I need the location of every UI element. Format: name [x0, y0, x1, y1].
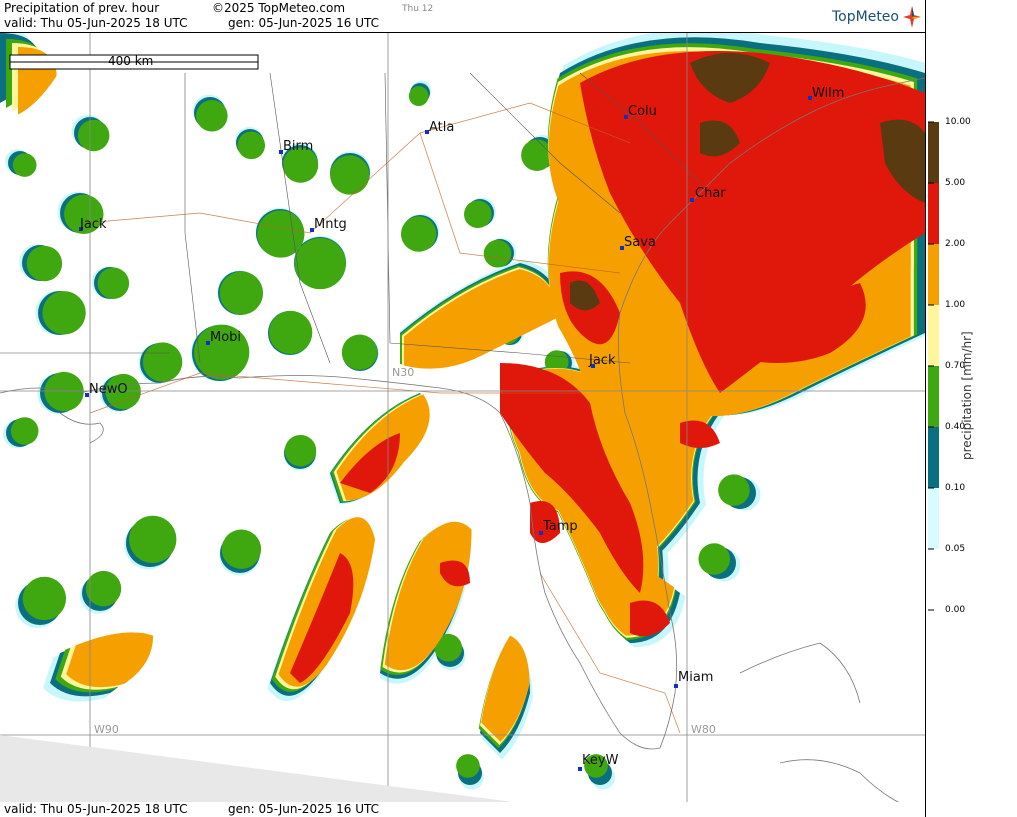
colorbar-tick-0.05: 0.05 [945, 544, 966, 554]
generated-time: gen: 05-Jun-2025 16 UTC [228, 16, 380, 30]
svg-text:Colu: Colu [628, 104, 657, 119]
colorbar-swatch-5 [928, 122, 939, 183]
svg-text:Jack: Jack [588, 353, 616, 368]
svg-text:Mobi: Mobi [210, 330, 241, 345]
colorbar-swatch-2 [928, 183, 939, 244]
footer-valid-time: valid: Thu 05-Jun-2025 18 UTC [4, 802, 188, 816]
colorbar-tick-0.1: 0.10 [945, 483, 966, 493]
map-footer: valid: Thu 05-Jun-2025 18 UTC gen: 05-Ju… [0, 802, 925, 817]
city-colu: Colu [624, 104, 657, 119]
product-title: Precipitation of prev. hour [4, 1, 160, 15]
grid-label-w90: W90 [94, 723, 119, 736]
colorbar-swatch-0.7 [928, 305, 939, 366]
topmeteo-logo: TopMeteo [832, 6, 921, 28]
day-tab: Thu 12 [402, 4, 434, 14]
city-newo: NewO [85, 382, 128, 397]
svg-text:Jack: Jack [79, 217, 107, 232]
compass-star-icon [903, 6, 921, 28]
svg-text:Char: Char [695, 186, 726, 201]
city-birm: Birm [279, 139, 313, 154]
precipitation-map[interactable]: W90 W80 N30 400 km Atla Birm Colu Wilm C… [0, 32, 925, 804]
svg-text:Miam: Miam [678, 670, 713, 685]
svg-text:400 km: 400 km [108, 54, 153, 68]
svg-text:Tamp: Tamp [542, 519, 578, 534]
valid-time: valid: Thu 05-Jun-2025 18 UTC [4, 16, 188, 30]
scale-bar: 400 km [9, 54, 259, 70]
grid-label-w80: W80 [691, 723, 716, 736]
colorbar-swatch-1 [928, 244, 939, 305]
copyright-text: ©2025 TopMeteo.com [212, 1, 346, 15]
svg-text:Birm: Birm [283, 139, 313, 154]
svg-text:Atla: Atla [429, 120, 454, 135]
grid-label-n30: N30 [392, 366, 414, 379]
colorbar-title: precipitation [mm/hr] [960, 331, 974, 460]
city-mntg: Mntg [310, 217, 347, 232]
colorbar-tick-5: 5.00 [945, 178, 966, 188]
footer-generated-time: gen: 05-Jun-2025 16 UTC [228, 802, 380, 816]
city-miam: Miam [674, 670, 713, 688]
city-char: Char [690, 186, 726, 202]
out-of-domain-area [0, 735, 520, 803]
colorbar-tick-2: 2.00 [945, 239, 966, 249]
colorbar-swatch-0.1 [928, 427, 939, 488]
city-jack-ms: Jack [79, 217, 107, 232]
svg-text:KeyW: KeyW [582, 753, 619, 768]
city-mobi: Mobi [206, 330, 241, 345]
svg-text:NewO: NewO [89, 382, 128, 397]
city-jack-fl: Jack [588, 353, 616, 368]
city-tamp: Tamp [539, 519, 578, 535]
colorbar-swatch-0.05 [928, 488, 939, 549]
city-sava: Sava [620, 235, 656, 250]
colorbar-tick-1: 1.00 [945, 300, 966, 310]
city-atla: Atla [425, 120, 454, 135]
colorbar-swatch-0.4 [928, 366, 939, 427]
svg-text:Wilm: Wilm [812, 86, 844, 101]
colorbar-tick-0: 0.00 [945, 605, 966, 615]
svg-text:Sava: Sava [624, 235, 656, 250]
map-canvas: W90 W80 N30 400 km Atla Birm Colu Wilm C… [0, 33, 925, 803]
city-wilm: Wilm [808, 86, 844, 101]
map-header: Precipitation of prev. hour ©2025 TopMet… [0, 0, 925, 32]
colorbar-tick-10: 10.00 [945, 117, 971, 127]
svg-text:Mntg: Mntg [314, 217, 347, 232]
